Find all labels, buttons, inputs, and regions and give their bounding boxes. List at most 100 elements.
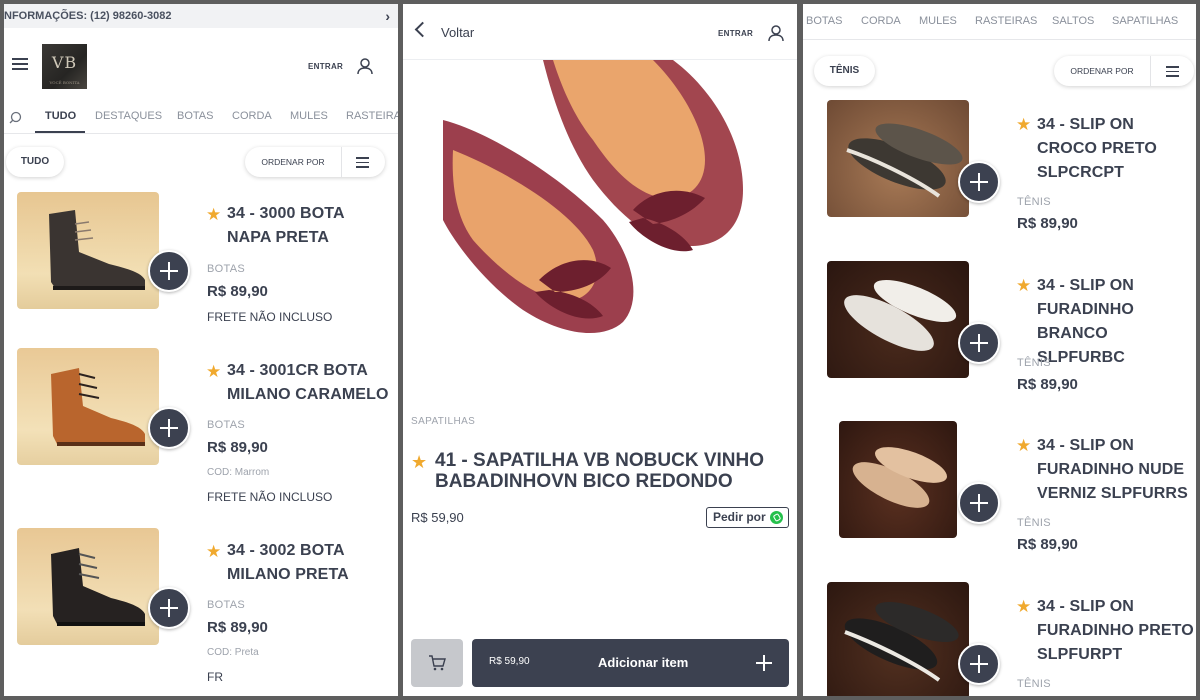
product-name-line: 34 - 3002 BOTA [227, 542, 345, 559]
product-note: FR [207, 670, 223, 684]
user-icon[interactable] [767, 24, 785, 42]
tab-saltos[interactable]: SALTOS [1052, 15, 1094, 27]
product-name-line: FURADINHO [1037, 301, 1134, 318]
product-image[interactable] [839, 421, 957, 538]
tab-corda[interactable]: CORDA [232, 110, 272, 122]
info-text: NFORMAÇÕES: (12) 98260-3082 [4, 10, 172, 22]
product-photo[interactable] [443, 60, 755, 348]
product-card[interactable]: ★ 34 - SLIP ON CROCO PRETO SLPCRCPT TÊNI… [803, 100, 1196, 250]
product-name-line: MILANO CARAMELO [227, 386, 389, 403]
detail-header: Voltar ENTRAR [403, 4, 797, 60]
list-view-icon[interactable] [1166, 66, 1179, 77]
add-to-cart-button[interactable] [958, 161, 1000, 203]
product-card[interactable]: ★ 34 - SLIP ON FURADINHO NUDE VERNIZ SLP… [803, 421, 1196, 571]
order-whatsapp-button[interactable]: Pedir por [706, 507, 789, 528]
category-tabs: TUDO DESTAQUES BOTAS CORDA MULES RASTEIR… [4, 100, 398, 134]
tab-mules[interactable]: MULES [290, 110, 328, 122]
product-image[interactable] [17, 348, 159, 465]
cart-button[interactable] [411, 639, 463, 687]
sort-control[interactable]: ORDENAR POR [1054, 56, 1194, 86]
tab-rasteiras[interactable]: RASTEIRAS [975, 15, 1037, 27]
star-icon: ★ [206, 542, 222, 561]
product-category: TÊNIS [1017, 357, 1051, 369]
product-name[interactable]: 34 - SLIP ON FURADINHO PRETO SLPFURPT [1037, 595, 1196, 667]
sort-divider [341, 147, 342, 177]
product-card[interactable]: ★ 34 - 3001CR BOTA MILANO CARAMELO BOTAS… [4, 347, 398, 517]
product-title: 41 - SAPATILHA VB NOBUCK VINHO BABADINHO… [435, 450, 791, 492]
cart-icon [429, 655, 446, 671]
product-name[interactable]: 34 - SLIP ON CROCO PRETO SLPCRCPT [1037, 113, 1196, 185]
add-to-cart-button[interactable] [958, 643, 1000, 685]
sort-label[interactable]: ORDENAR POR [1054, 56, 1150, 86]
product-name-line: FURADINHO NUDE [1037, 461, 1185, 478]
product-image[interactable] [827, 261, 969, 378]
product-category: SAPATILHAS [411, 416, 476, 427]
product-image[interactable] [17, 192, 159, 309]
header: VB VOCÊ BONITA ENTRAR [4, 28, 398, 100]
product-title-line: BABADINHOVN BICO REDONDO [435, 471, 733, 492]
login-link[interactable]: ENTRAR [308, 62, 343, 71]
info-bar[interactable]: NFORMAÇÕES: (12) 98260-3082 › [4, 4, 398, 28]
tab-botas[interactable]: BOTAS [806, 15, 842, 27]
whatsapp-icon [770, 511, 783, 524]
tab-botas[interactable]: BOTAS [177, 110, 213, 122]
user-icon[interactable] [356, 57, 374, 75]
plus-icon [756, 655, 772, 671]
product-name[interactable]: 34 - SLIP ON FURADINHO NUDE VERNIZ SLPFU… [1037, 434, 1196, 506]
add-to-cart-button[interactable] [148, 250, 190, 292]
product-name[interactable]: 34 - SLIP ON FURADINHO BRANCO SLPFURBC [1037, 274, 1196, 370]
product-name-line: NAPA PRETA [227, 229, 330, 246]
product-category: TÊNIS [1017, 517, 1051, 529]
star-icon: ★ [411, 452, 428, 472]
catalog-panel-all: NFORMAÇÕES: (12) 98260-3082 › VB VOCÊ BON… [4, 4, 398, 696]
search-icon[interactable] [9, 111, 22, 124]
product-code: COD: Preta [207, 647, 259, 658]
product-price: R$ 59,90 [411, 510, 464, 525]
menu-icon[interactable] [12, 58, 28, 70]
product-name[interactable]: 34 - 3000 BOTA NAPA PRETA [227, 202, 397, 250]
product-category: BOTAS [207, 419, 245, 431]
chevron-right-icon[interactable]: › [385, 4, 390, 28]
back-link[interactable]: Voltar [441, 25, 474, 40]
product-image[interactable] [827, 100, 969, 217]
tab-destaques[interactable]: DESTAQUES [95, 110, 162, 122]
filter-chip[interactable]: TÊNIS [814, 56, 875, 86]
tab-rasteira[interactable]: RASTEIRA [346, 110, 398, 122]
tab-mules[interactable]: MULES [919, 15, 957, 27]
product-image[interactable] [17, 528, 159, 645]
product-card[interactable]: ★ 34 - 3000 BOTA NAPA PRETA BOTAS R$ 89,… [4, 190, 398, 340]
product-name-line: 34 - SLIP ON [1037, 598, 1134, 615]
add-to-cart-button[interactable] [148, 407, 190, 449]
product-name-line: BRANCO SLPFURBC [1037, 325, 1125, 366]
store-logo[interactable]: VB VOCÊ BONITA [42, 44, 87, 89]
add-to-cart-button[interactable] [148, 587, 190, 629]
product-name-line: SLPFURPT [1037, 646, 1123, 663]
product-price: R$ 89,90 [207, 283, 268, 300]
add-to-cart-button[interactable] [958, 322, 1000, 364]
product-image[interactable] [827, 582, 969, 696]
product-name[interactable]: 34 - 3002 BOTA MILANO PRETA [227, 539, 397, 587]
product-card[interactable]: ★ 34 - SLIP ON FURADINHO PRETO SLPFURPT … [803, 582, 1196, 696]
login-link[interactable]: ENTRAR [718, 29, 753, 38]
tab-corda[interactable]: CORDA [861, 15, 901, 27]
add-to-cart-button[interactable] [958, 482, 1000, 524]
sort-label[interactable]: ORDENAR POR [245, 147, 341, 177]
back-arrow-icon[interactable] [414, 21, 431, 38]
product-note: FRETE NÃO INCLUSO [207, 310, 333, 324]
product-name-line: 34 - 3001CR BOTA [227, 362, 368, 379]
order-label: Pedir por [713, 510, 766, 524]
product-card[interactable]: ★ 34 - SLIP ON FURADINHO BRANCO SLPFURBC… [803, 261, 1196, 411]
sort-control[interactable]: ORDENAR POR [245, 147, 385, 177]
star-icon: ★ [1016, 276, 1032, 295]
product-name-line: 34 - SLIP ON [1037, 277, 1134, 294]
category-tabs: BOTAS CORDA MULES RASTEIRAS SALTOS SAPAT… [803, 4, 1196, 40]
add-item-button[interactable]: R$ 59,90 Adicionar item [472, 639, 789, 687]
product-card[interactable]: ★ 34 - 3002 BOTA MILANO PRETA BOTAS R$ 8… [4, 527, 398, 696]
product-category: BOTAS [207, 263, 245, 275]
filter-chip[interactable]: TUDO [6, 147, 64, 177]
tab-sapatilhas[interactable]: SAPATILHAS [1112, 15, 1178, 27]
tab-tudo[interactable]: TUDO [45, 110, 76, 122]
product-name[interactable]: 34 - 3001CR BOTA MILANO CARAMELO [227, 359, 397, 407]
product-price: R$ 89,90 [1017, 215, 1078, 232]
list-view-icon[interactable] [356, 157, 369, 168]
